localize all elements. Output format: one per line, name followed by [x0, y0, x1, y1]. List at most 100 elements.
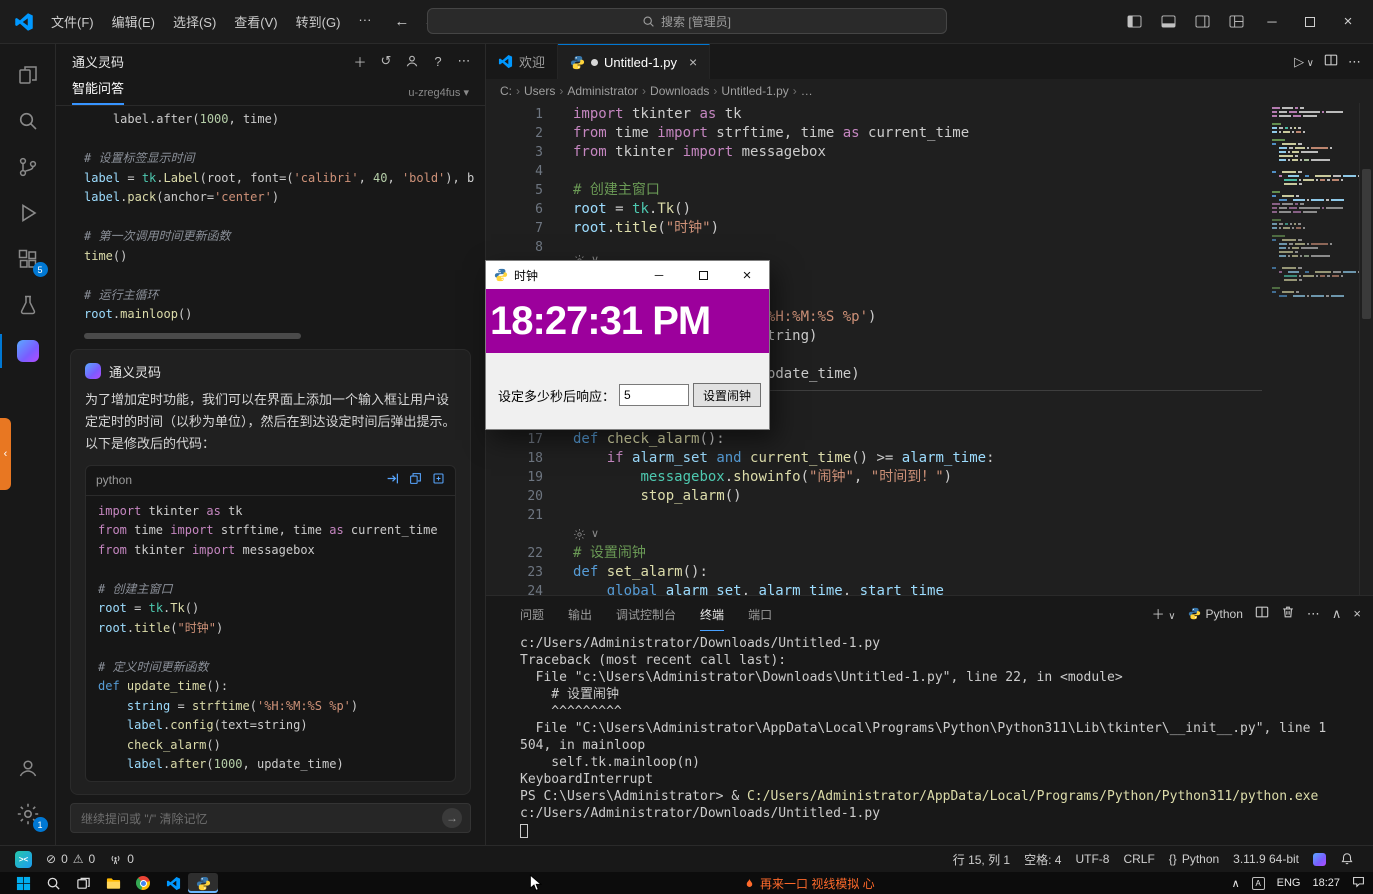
panel-more-icon[interactable]: ⋯ [1307, 606, 1320, 622]
history-icon[interactable]: ↺ [375, 50, 397, 72]
menu-item-4[interactable]: 转到(G) [287, 8, 350, 35]
split-terminal-icon[interactable] [1255, 605, 1269, 622]
back-icon[interactable]: ← [394, 13, 409, 30]
editor-line[interactable]: 1 import tkinter as tk [486, 105, 1269, 124]
editor-line[interactable]: 17 def check_alarm(): [486, 430, 1269, 449]
remote-indicator[interactable]: >< [8, 846, 39, 872]
editor-line[interactable]: 19 messagebox.showinfo("闹钟", "时间到！") [486, 468, 1269, 487]
run-python-file-icon[interactable]: ▷ ∨ [1294, 54, 1314, 70]
problems-status[interactable]: ⊘ 0 ⚠ 0 [39, 846, 102, 872]
menu-item-2[interactable]: 选择(S) [164, 8, 225, 35]
editor-scrollbar[interactable] [1359, 103, 1373, 595]
cursor-position[interactable]: 行 15, 列 1 [946, 851, 1017, 868]
breadcrumb-item[interactable]: Downloads [650, 84, 709, 98]
toggle-panel-icon[interactable] [1153, 9, 1183, 35]
panel-tab-output[interactable]: 输出 [568, 597, 592, 630]
editor-line[interactable]: 18 if alarm_set and current_time() >= al… [486, 449, 1269, 468]
maximize-panel-icon[interactable]: ∧ [1332, 606, 1342, 622]
session-selector[interactable]: u-zreg4fus ▾ [408, 86, 469, 105]
help-icon[interactable]: ? [427, 50, 449, 72]
task-view-icon[interactable] [68, 873, 98, 893]
menu-item-1[interactable]: 编辑(E) [103, 8, 164, 35]
explorer-icon[interactable] [0, 52, 56, 98]
clock-app-window[interactable]: 时钟 ─ × 18:27:31 PM 设定多少秒后响应： 设置闹钟 [485, 260, 770, 430]
file-explorer-icon[interactable] [98, 873, 128, 893]
settings-gear-icon[interactable]: 1 [0, 791, 56, 837]
profile-icon[interactable] [401, 50, 423, 72]
language-mode[interactable]: {} Python [1162, 852, 1226, 866]
editor-line[interactable]: 4 [486, 162, 1269, 181]
input-language[interactable]: ENG [1277, 877, 1301, 889]
indentation[interactable]: 空格: 4 [1017, 851, 1068, 868]
menu-item-0[interactable]: 文件(F) [42, 8, 103, 35]
notification-center-icon[interactable] [1352, 875, 1365, 891]
editor-line[interactable]: 21 [486, 506, 1269, 525]
horizontal-scrollbar[interactable] [84, 332, 301, 339]
terminal-output[interactable]: c:/Users/Administrator/Downloads/Untitle… [486, 631, 1373, 845]
clock-time[interactable]: 18:27 [1312, 877, 1340, 889]
chrome-icon[interactable] [128, 873, 158, 893]
notifications-bell-icon[interactable] [1333, 852, 1361, 866]
tongyi-status-icon[interactable] [1306, 852, 1333, 866]
kill-terminal-icon[interactable] [1281, 605, 1295, 622]
editor-line[interactable]: 6 root = tk.Tk() [486, 200, 1269, 219]
close-tab-icon[interactable]: × [689, 54, 697, 70]
close-button[interactable]: × [1331, 7, 1365, 37]
new-file-code-icon[interactable] [432, 472, 445, 488]
tab-welcome[interactable]: 欢迎 [486, 44, 559, 79]
tab-untitled-1[interactable]: Untitled-1.py × [558, 44, 711, 79]
editor-more-actions-icon[interactable]: ⋯ [1348, 54, 1361, 70]
panel-tab-terminal[interactable]: 终端 [700, 597, 725, 631]
tongyi-edge-handle[interactable]: ‹ [0, 418, 11, 490]
alarm-seconds-input[interactable] [619, 384, 690, 406]
breadcrumb-item[interactable]: Users [524, 84, 555, 98]
terminal-profile[interactable]: Python [1188, 607, 1243, 621]
vscode-taskbar-icon[interactable] [158, 873, 188, 893]
chat-input[interactable]: 继续提问或 "/" 清除记忆 → [70, 803, 471, 833]
send-icon[interactable]: → [442, 808, 462, 828]
new-session-icon[interactable]: ＋ [349, 50, 371, 72]
python-interpreter[interactable]: 3.11.9 64-bit [1226, 852, 1306, 866]
customize-layout-icon[interactable] [1221, 9, 1251, 35]
clock-close-button[interactable]: × [725, 261, 769, 289]
command-search-box[interactable]: 搜索 [管理员] [426, 8, 947, 34]
account-icon[interactable] [0, 745, 56, 791]
editor-line[interactable]: 7 root.title("时钟") [486, 219, 1269, 238]
panel-tab-problems[interactable]: 问题 [520, 597, 544, 630]
menu-item-5[interactable]: ··· [349, 8, 380, 35]
source-control-icon[interactable] [0, 144, 56, 190]
toggle-secondary-sidebar-icon[interactable] [1187, 9, 1217, 35]
editor-line[interactable]: 22 # 设置闹钟 [486, 544, 1269, 563]
clock-minimize-button[interactable]: ─ [637, 261, 681, 289]
panel-tab-ports[interactable]: 端口 [748, 597, 772, 630]
insert-code-icon[interactable] [386, 472, 399, 488]
split-editor-icon[interactable] [1324, 53, 1338, 70]
minimap[interactable] [1269, 103, 1360, 595]
encoding[interactable]: UTF-8 [1068, 852, 1116, 866]
tongyi-inline-action-icon[interactable]: ∨ [573, 525, 599, 544]
news-ticker[interactable]: 再来一口 视线模拟 心 [744, 875, 875, 892]
eol-sequence[interactable]: CRLF [1116, 852, 1161, 866]
toggle-sidebar-icon[interactable] [1119, 9, 1149, 35]
copy-code-icon[interactable] [409, 472, 422, 488]
testing-icon[interactable] [0, 282, 56, 328]
more-actions-icon[interactable]: ⋯ [453, 50, 475, 72]
breadcrumb-item[interactable]: Administrator [567, 84, 638, 98]
search-sidebar-icon[interactable] [0, 98, 56, 144]
editor-line[interactable]: 23 def set_alarm(): [486, 563, 1269, 582]
editor-line[interactable]: 20 stop_alarm() [486, 487, 1269, 506]
ports-status[interactable]: 0 [102, 846, 141, 872]
tab-smart-qa[interactable]: 智能问答 [72, 78, 125, 105]
editor-line[interactable]: 3 from tkinter import messagebox [486, 143, 1269, 162]
tongyi-lingma-icon[interactable] [0, 328, 56, 374]
ime-icon[interactable]: A [1251, 876, 1265, 890]
editor-line[interactable]: 5 # 创建主窗口 [486, 181, 1269, 200]
start-button[interactable] [8, 873, 38, 893]
panel-tab-debug-console[interactable]: 调试控制台 [616, 597, 676, 630]
extensions-icon[interactable]: 5 [0, 236, 56, 282]
python-app-taskbar-icon[interactable] [188, 873, 218, 893]
maximize-button[interactable] [1293, 7, 1327, 37]
taskbar-search-icon[interactable] [38, 873, 68, 893]
new-terminal-icon[interactable]: ＋ ∨ [1152, 604, 1176, 623]
clock-window-titlebar[interactable]: 时钟 ─ × [486, 261, 769, 289]
